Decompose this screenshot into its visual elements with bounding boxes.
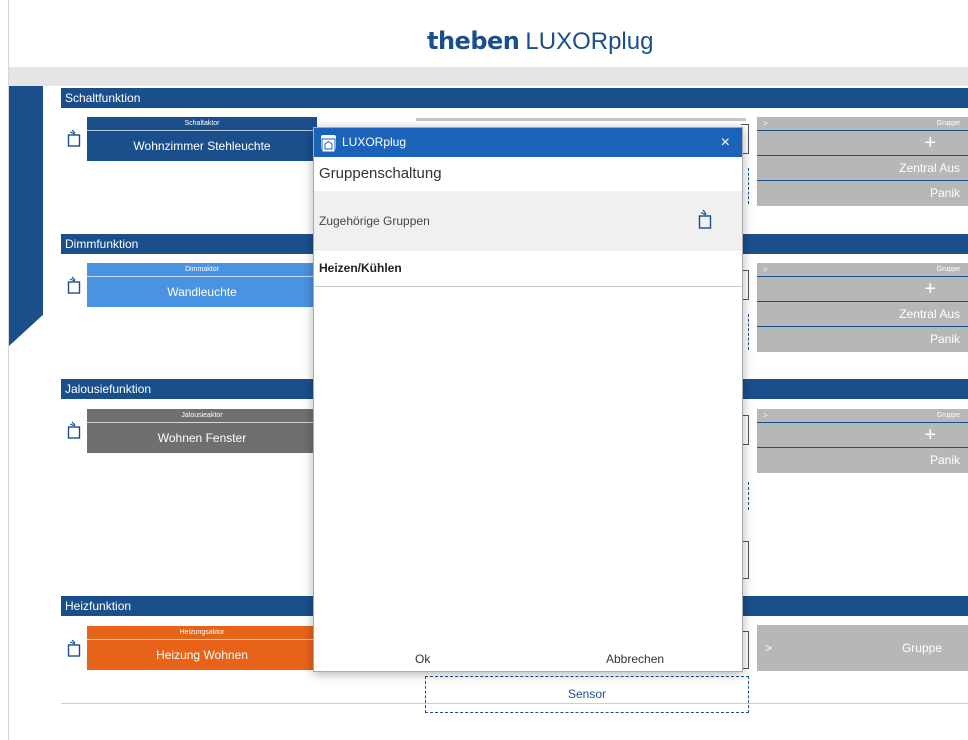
brand-name: theben bbox=[427, 27, 520, 55]
app-header: theben LUXORplug bbox=[9, 0, 968, 68]
group-item-panik[interactable]: Panik bbox=[757, 448, 968, 473]
dialog-heading: Gruppenschaltung bbox=[319, 165, 442, 182]
group-switch-dialog: LUXORplug × Gruppenschaltung Zugehörige … bbox=[313, 127, 743, 672]
device-icon[interactable] bbox=[698, 209, 712, 229]
actor-jalousieaktor[interactable]: Jalousieaktor Wohnen Fenster bbox=[87, 409, 317, 453]
device-icon[interactable] bbox=[67, 129, 81, 147]
actor-name-label: Heizung Wohnen bbox=[156, 648, 248, 662]
actor-type-label: Heizungsaktor bbox=[87, 626, 317, 640]
group-header-label: Gruppe bbox=[936, 120, 960, 127]
group-header-label: Gruppe bbox=[936, 412, 960, 419]
group-panel-dimm: > Gruppe + Zentral Aus Panik bbox=[757, 263, 968, 352]
actor-type-label: Schaltaktor bbox=[87, 117, 317, 131]
actor-heizungsaktor[interactable]: Heizungsaktor Heizung Wohnen bbox=[87, 626, 317, 670]
actor-name-label: Wohnzimmer Stehleuchte bbox=[133, 139, 271, 153]
add-group-button[interactable]: + bbox=[757, 131, 968, 156]
group-header-label: Gruppe bbox=[936, 266, 960, 273]
actor-schaltaktor[interactable]: Schaltaktor Wohnzimmer Stehleuchte bbox=[87, 117, 317, 161]
group-label: Gruppe bbox=[901, 641, 942, 655]
group-panel-schalt: > Gruppe + Zentral Aus Panik bbox=[757, 117, 968, 206]
group-item-panik[interactable]: Panik bbox=[757, 181, 968, 206]
group-item-panik[interactable]: Panik bbox=[757, 327, 968, 352]
add-group-button[interactable]: + bbox=[757, 277, 968, 302]
dialog-subheader: Zugehörige Gruppen bbox=[314, 191, 742, 251]
app-logo: theben LUXORplug bbox=[427, 26, 653, 57]
actor-name-label: Wandleuchte bbox=[167, 285, 237, 299]
subheader-label: Zugehörige Gruppen bbox=[319, 214, 430, 228]
arrow-icon: > bbox=[765, 641, 773, 655]
header-band bbox=[9, 68, 968, 86]
group-item-zentral-aus[interactable]: Zentral Aus bbox=[757, 302, 968, 327]
product-name: LUXORplug bbox=[525, 28, 654, 55]
close-icon[interactable]: × bbox=[721, 128, 730, 157]
group-list-item[interactable]: Heizen/Kühlen bbox=[314, 251, 742, 287]
window-frame-left bbox=[0, 0, 9, 740]
group-header: > Gruppe bbox=[757, 263, 968, 277]
dialog-title: LUXORplug bbox=[342, 135, 407, 149]
side-panel-tab[interactable] bbox=[9, 86, 43, 346]
device-icon[interactable] bbox=[67, 421, 81, 439]
divider bbox=[61, 703, 968, 704]
device-icon[interactable] bbox=[67, 639, 81, 657]
add-group-button[interactable]: + bbox=[757, 423, 968, 448]
actor-dimmaktor[interactable]: Dimmaktor Wandleuchte bbox=[87, 263, 317, 307]
arrow-icon: > bbox=[763, 119, 768, 128]
group-header: > Gruppe bbox=[757, 409, 968, 423]
dialog-titlebar: LUXORplug × bbox=[314, 128, 742, 157]
cancel-button[interactable]: Abbrechen bbox=[606, 652, 664, 666]
group-header: > Gruppe bbox=[757, 117, 968, 131]
actor-name-label: Wohnen Fenster bbox=[157, 431, 247, 445]
group-item-zentral-aus[interactable]: Zentral Aus bbox=[757, 156, 968, 181]
ok-button[interactable]: Ok bbox=[415, 652, 430, 666]
device-icon[interactable] bbox=[67, 276, 81, 294]
arrow-icon: > bbox=[763, 265, 768, 274]
connector-line bbox=[416, 118, 746, 121]
app-icon bbox=[321, 135, 336, 153]
section-header-schaltfunktion: Schaltfunktion bbox=[61, 88, 968, 108]
sensor-slot[interactable]: Sensor bbox=[425, 676, 749, 713]
group-panel-heiz[interactable]: > Gruppe bbox=[757, 625, 968, 671]
arrow-icon: > bbox=[763, 411, 768, 420]
actor-type-label: Dimmaktor bbox=[87, 263, 317, 277]
actor-type-label: Jalousieaktor bbox=[87, 409, 317, 423]
group-panel-jalousie: > Gruppe + Panik bbox=[757, 409, 968, 473]
